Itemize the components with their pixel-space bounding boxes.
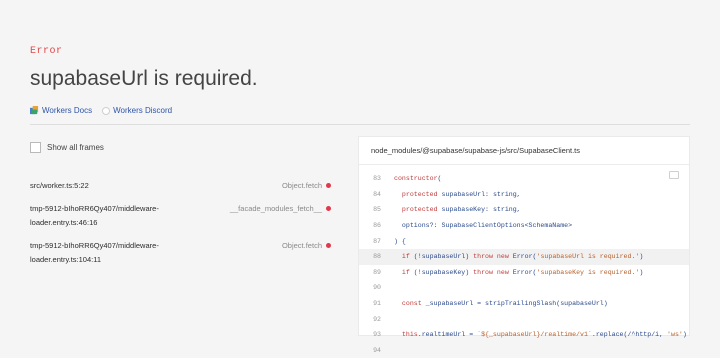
line-code: const _supabaseUrl = stripTrailingSlash(… xyxy=(401,300,608,308)
workers-discord-link[interactable]: Workers Discord xyxy=(102,106,172,115)
frame-file: tmp-5912-bIhoRR6Qy407/middleware-loader.… xyxy=(30,241,159,264)
code-line: 86 options?: SupabaseClientOptions<Schem… xyxy=(359,218,689,234)
line-code: options?: SupabaseClientOptions<SchemaNa… xyxy=(394,222,573,230)
workers-discord-label: Workers Discord xyxy=(113,106,173,115)
frame-file: tmp-5912-bIhoRR6Qy407/middleware-loader.… xyxy=(30,204,159,227)
line-number: 87 xyxy=(373,237,381,245)
code-panel: node_modules/@supabase/supabase-js/src/S… xyxy=(358,136,690,354)
frame-file: src/worker.ts:5:22 xyxy=(30,181,89,190)
code-line: 90 xyxy=(359,280,689,296)
frame-function: Object.fetch xyxy=(281,181,322,190)
code-file-path: node_modules/@supabase/supabase-js/src/S… xyxy=(359,137,689,165)
code-line: 87 ) { xyxy=(359,233,689,249)
line-number: 83 xyxy=(373,175,381,183)
code-line: 93 this.realtimeUrl = `${_supabaseUrl}/r… xyxy=(359,327,689,343)
frame-row[interactable]: tmp-5912-bIhoRR6Qy407/middleware-loader.… xyxy=(30,239,334,267)
workers-docs-icon xyxy=(30,106,39,115)
help-links: Workers Docs Workers Discord xyxy=(30,106,172,115)
code-line: 84 protected supabaseUrl: string, xyxy=(359,187,689,203)
line-code: if (!supabaseKey) throw new Error('supab… xyxy=(401,268,644,276)
line-number: 90 xyxy=(373,284,381,292)
line-code: this.realtimeUrl = `${_supabaseUrl}/real… xyxy=(401,331,687,339)
code-line: 88 if (!supabaseUrl) throw new Error('su… xyxy=(359,248,689,265)
line-code: constructor( xyxy=(394,175,442,183)
line-code: if (!supabaseUrl) throw new Error('supab… xyxy=(401,253,644,261)
workers-docs-label: Workers Docs xyxy=(42,106,93,115)
discord-icon xyxy=(102,106,111,115)
frame-status-dot xyxy=(326,243,331,248)
frame-list: src/worker.ts:5:22 Object.fetch tmp-5912… xyxy=(30,179,334,267)
copy-icon[interactable] xyxy=(669,171,679,179)
line-number: 86 xyxy=(373,222,381,230)
frame-status-dot xyxy=(326,183,331,188)
frame-row[interactable]: tmp-5912-bIhoRR6Qy407/middleware-loader.… xyxy=(30,202,334,230)
line-code: protected supabaseKey: string, xyxy=(401,206,521,214)
line-number: 85 xyxy=(373,206,381,214)
code-line: 92 xyxy=(359,311,689,327)
frame-function: Object.fetch xyxy=(281,241,322,250)
code-body: 83 constructor( 84 protected supabaseUrl: … xyxy=(359,165,689,358)
show-all-frames-toggle[interactable]: Show all frames xyxy=(30,142,334,153)
code-line: 91 const _supabaseUrl = stripTrailingSla… xyxy=(359,296,689,312)
line-number: 91 xyxy=(373,300,381,308)
line-code: protected supabaseUrl: string, xyxy=(401,190,521,198)
line-number: 88 xyxy=(373,253,381,261)
line-code: ) { xyxy=(394,237,406,245)
error-message: supabaseUrl is required. xyxy=(30,67,258,90)
code-line: 94 xyxy=(359,343,689,358)
line-number: 94 xyxy=(373,346,381,354)
line-number: 93 xyxy=(373,331,381,339)
divider xyxy=(30,124,690,125)
show-all-frames-label: Show all frames xyxy=(47,143,104,152)
error-label: Error xyxy=(30,46,63,57)
line-number: 84 xyxy=(373,190,381,198)
code-line: 85 protected supabaseKey: string, xyxy=(359,202,689,218)
show-all-frames-checkbox[interactable] xyxy=(30,142,41,153)
workers-docs-link[interactable]: Workers Docs xyxy=(30,106,92,115)
code-line: 83 constructor( xyxy=(359,171,689,187)
line-number: 89 xyxy=(373,268,381,276)
stack-frames: Show all frames src/worker.ts:5:22 Objec… xyxy=(30,142,334,267)
code-line: 89 if (!supabaseKey) throw new Error('su… xyxy=(359,265,689,281)
frame-row[interactable]: src/worker.ts:5:22 Object.fetch xyxy=(30,179,334,193)
frame-status-dot xyxy=(326,206,331,211)
frame-function: __facade_modules_fetch__ xyxy=(229,204,322,213)
code-lines: 83 constructor( 84 protected supabaseUrl: … xyxy=(359,171,689,358)
